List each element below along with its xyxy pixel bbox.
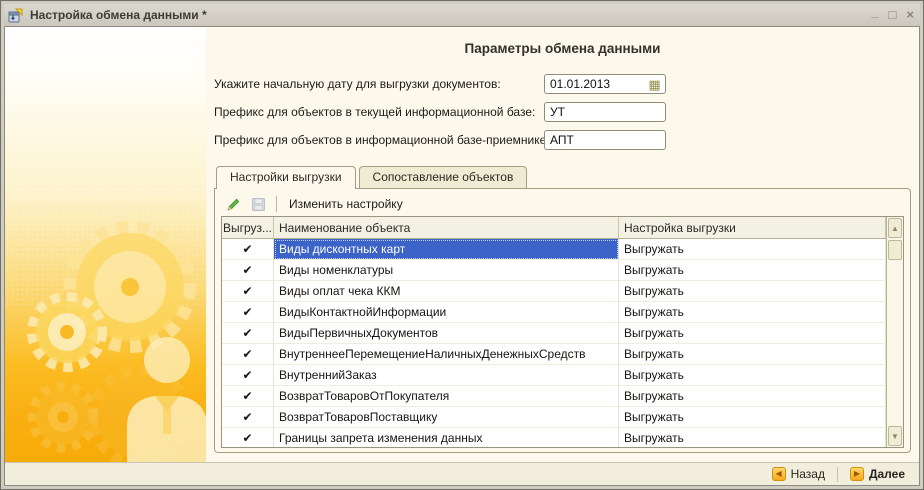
export-setting-cell[interactable]: Выгружать	[619, 260, 886, 281]
next-button-label: Далее	[869, 467, 905, 481]
window-controls: _ □ ×	[871, 9, 914, 21]
export-setting-cell[interactable]: Выгружать	[619, 281, 886, 302]
table-row[interactable]: ✔ВнутреннийЗаказВыгружать	[222, 365, 886, 386]
back-button[interactable]: ◀ Назад	[768, 466, 829, 482]
page-title: Параметры обмена данными	[214, 41, 911, 56]
table-row[interactable]: ✔Виды номенклатурыВыгружать	[222, 260, 886, 281]
maximize-button[interactable]: □	[889, 9, 897, 21]
decorative-sidebar	[5, 27, 206, 462]
receiver-prefix-label: Префикс для объектов в информационной ба…	[214, 133, 544, 147]
table-row[interactable]: ✔ВозвратТоваровПоставщикуВыгружать	[222, 407, 886, 428]
export-setting-cell[interactable]: Выгружать	[619, 239, 886, 260]
export-setting-cell[interactable]: Выгружать	[619, 386, 886, 407]
export-setting-cell[interactable]: Выгружать	[619, 428, 886, 447]
window-title: Настройка обмена данными *	[30, 8, 865, 22]
edit-pencil-icon[interactable]	[223, 194, 243, 214]
gears-person-illustration	[5, 212, 206, 462]
exchange-window-icon	[8, 8, 24, 23]
current-prefix-field[interactable]: УТ	[544, 102, 666, 122]
save-floppy-icon[interactable]	[248, 194, 268, 214]
object-name-cell[interactable]: ВнутреннееПеремещениеНаличныхДенежныхСре…	[274, 344, 619, 365]
table-row[interactable]: ✔ВидыПервичныхДокументовВыгружать	[222, 323, 886, 344]
column-header-export: Выгруз...	[222, 217, 274, 238]
table-row[interactable]: ✔Виды дисконтных картВыгружать	[222, 239, 886, 260]
form-row-start-date: Укажите начальную дату для выгрузки доку…	[214, 70, 911, 98]
table-row[interactable]: ✔Границы запрета изменения данныхВыгружа…	[222, 428, 886, 447]
export-checkmark[interactable]: ✔	[222, 386, 274, 407]
table-row[interactable]: ✔ВидыКонтактнойИнформацииВыгружать	[222, 302, 886, 323]
object-name-cell[interactable]: Виды дисконтных карт	[274, 239, 619, 260]
export-checkmark[interactable]: ✔	[222, 302, 274, 323]
export-checkmark[interactable]: ✔	[222, 407, 274, 428]
footer-separator	[837, 467, 838, 482]
export-checkmark[interactable]: ✔	[222, 365, 274, 386]
scroll-up-icon[interactable]: ▲	[888, 218, 902, 238]
export-setting-cell[interactable]: Выгружать	[619, 344, 886, 365]
minimize-button[interactable]: _	[871, 6, 878, 18]
export-checkmark[interactable]: ✔	[222, 239, 274, 260]
export-checkmark[interactable]: ✔	[222, 260, 274, 281]
export-setting-cell[interactable]: Выгружать	[619, 365, 886, 386]
receiver-prefix-value[interactable]: АПТ	[550, 133, 662, 147]
start-date-label: Укажите начальную дату для выгрузки доку…	[214, 77, 544, 91]
tab-object-mapping[interactable]: Сопоставление объектов	[359, 166, 528, 188]
scroll-down-icon[interactable]: ▼	[888, 426, 902, 446]
object-name-cell[interactable]: ВозвратТоваровПоставщику	[274, 407, 619, 428]
toolbar-separator	[276, 196, 277, 212]
object-name-cell[interactable]: Виды номенклатуры	[274, 260, 619, 281]
table-body: ✔Виды дисконтных картВыгружать✔Виды номе…	[222, 239, 886, 447]
back-arrow-icon: ◀	[772, 467, 786, 481]
object-name-cell[interactable]: Границы запрета изменения данных	[274, 428, 619, 447]
export-objects-table: Выгруз... Наименование объекта Настройка…	[221, 216, 904, 448]
tab-strip: Настройки выгрузки Сопоставление объекто…	[214, 166, 911, 188]
column-header-export-setting: Настройка выгрузки	[619, 217, 886, 238]
table-row[interactable]: ✔ВнутреннееПеремещениеНаличныхДенежныхСр…	[222, 344, 886, 365]
export-setting-cell[interactable]: Выгружать	[619, 407, 886, 428]
next-button[interactable]: ▶ Далее	[846, 466, 909, 482]
object-name-cell[interactable]: ВидыПервичныхДокументов	[274, 323, 619, 344]
current-prefix-value[interactable]: УТ	[550, 105, 662, 119]
next-arrow-icon: ▶	[850, 467, 864, 481]
tab-export-settings[interactable]: Настройки выгрузки	[216, 166, 356, 189]
exchange-parameters-form: Укажите начальную дату для выгрузки доку…	[214, 70, 911, 154]
export-checkmark[interactable]: ✔	[222, 323, 274, 344]
object-name-cell[interactable]: ВидыКонтактнойИнформации	[274, 302, 619, 323]
object-name-cell[interactable]: ВнутреннийЗаказ	[274, 365, 619, 386]
table-row[interactable]: ✔Виды оплат чека ККМВыгружать	[222, 281, 886, 302]
table-header-row: Выгруз... Наименование объекта Настройка…	[222, 217, 886, 239]
object-name-cell[interactable]: Виды оплат чека ККМ	[274, 281, 619, 302]
export-settings-tab-page: Изменить настройку Выгруз... Наименовани…	[214, 188, 911, 453]
main-panel: Параметры обмена данными Укажите начальн…	[206, 27, 919, 462]
edit-setting-button[interactable]: Изменить настройку	[285, 195, 407, 213]
table-toolbar: Изменить настройку	[221, 192, 904, 216]
column-header-object-name: Наименование объекта	[274, 217, 619, 238]
start-date-field[interactable]: 01.01.2013 ▦	[544, 74, 666, 94]
export-checkmark[interactable]: ✔	[222, 428, 274, 447]
title-bar: Настройка обмена данными * _ □ ×	[4, 4, 920, 26]
export-setting-cell[interactable]: Выгружать	[619, 323, 886, 344]
back-button-label: Назад	[791, 467, 825, 481]
current-prefix-label: Префикс для объектов в текущей информаци…	[214, 105, 544, 119]
data-exchange-settings-window: Настройка обмена данными * _ □ ×	[0, 0, 924, 490]
object-name-cell[interactable]: ВозвратТоваровОтПокупателя	[274, 386, 619, 407]
calendar-icon[interactable]: ▦	[647, 78, 662, 91]
close-button[interactable]: ×	[906, 9, 914, 21]
form-row-receiver-prefix: Префикс для объектов в информационной ба…	[214, 126, 911, 154]
scrollbar-thumb[interactable]	[888, 240, 902, 260]
receiver-prefix-field[interactable]: АПТ	[544, 130, 666, 150]
form-row-current-prefix: Префикс для объектов в текущей информаци…	[214, 98, 911, 126]
export-checkmark[interactable]: ✔	[222, 344, 274, 365]
window-body: Параметры обмена данными Укажите начальн…	[4, 26, 920, 486]
export-setting-cell[interactable]: Выгружать	[619, 302, 886, 323]
export-checkmark[interactable]: ✔	[222, 281, 274, 302]
scrollbar-track[interactable]	[887, 261, 903, 425]
wizard-footer: ◀ Назад ▶ Далее	[5, 462, 919, 485]
vertical-scrollbar[interactable]: ▲ ▼	[886, 217, 903, 447]
table-row[interactable]: ✔ВозвратТоваровОтПокупателяВыгружать	[222, 386, 886, 407]
start-date-value[interactable]: 01.01.2013	[550, 77, 647, 91]
